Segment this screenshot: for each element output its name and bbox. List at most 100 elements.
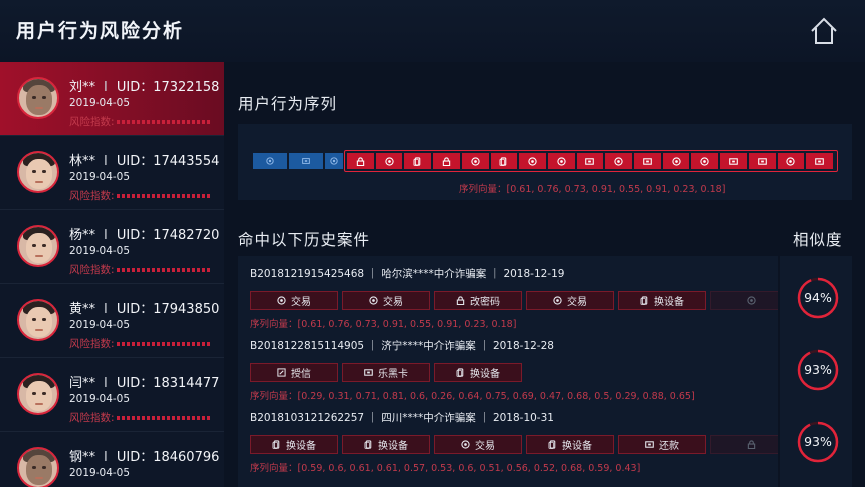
case-action-button[interactable]: 换设备: [250, 435, 338, 454]
case-action-button[interactable]: [710, 291, 778, 310]
action-label: 乐黑卡: [378, 369, 408, 380]
user-name-uid: 杨** I UID：17482720: [69, 228, 220, 243]
action-label: 换设备: [378, 441, 408, 452]
sequence-step: [375, 153, 403, 169]
card-icon: [364, 369, 373, 376]
coin-icon: [369, 296, 378, 305]
risk-index: 风险指数:: [69, 336, 211, 351]
sequence-step: [347, 153, 374, 169]
cases-list: B2018121915425468 ｜ 哈尔滨****中介诈骗案 ｜ 2018-…: [238, 256, 778, 487]
action-label: 还款: [659, 441, 679, 452]
sequence-step: [519, 153, 546, 169]
user-card[interactable]: 刘** I UID：17322158 2019-04-05 风险指数:: [0, 62, 224, 136]
risk-index: 风险指数:: [69, 262, 211, 277]
avatar: [17, 151, 59, 193]
lock-icon: [456, 296, 465, 305]
coin-icon: [700, 156, 709, 166]
card-icon: [815, 157, 824, 165]
user-date: 2019-04-05: [69, 319, 131, 331]
risk-meter: [116, 194, 211, 198]
case-action-button[interactable]: 乐黑卡: [342, 363, 430, 382]
avatar: [17, 373, 59, 415]
sequence-step: [748, 153, 776, 169]
coin-icon: [528, 156, 537, 166]
sequence-step: [289, 153, 323, 169]
action-label: 换设备: [470, 369, 500, 380]
case-action-button[interactable]: 换设备: [618, 291, 706, 310]
phone-icon: [499, 156, 507, 166]
risk-label: 风险指数:: [69, 338, 115, 350]
avatar: [17, 299, 59, 341]
coin-icon: [557, 156, 566, 166]
case-action-button[interactable]: 换设备: [434, 363, 522, 382]
user-name-uid: 黄** I UID：17943850: [69, 302, 220, 317]
user-name: 钢**: [69, 450, 96, 465]
lock-icon: [356, 156, 365, 166]
user-name-uid: 刘** I UID：17322158: [69, 80, 220, 95]
user-card[interactable]: 闫** I UID：18314477 2019-04-05 风险指数:: [0, 358, 224, 432]
case-action-button[interactable]: 交易: [342, 291, 430, 310]
case-action-button[interactable]: [710, 435, 778, 454]
user-card[interactable]: 林** I UID：17443554 2019-04-05 风险指数:: [0, 136, 224, 210]
action-label: 交易: [291, 297, 311, 308]
sequence-step: [547, 153, 575, 169]
case-action-button[interactable]: 交易: [250, 291, 338, 310]
card-icon: [729, 157, 738, 165]
risk-index: 风险指数:: [69, 410, 211, 425]
risk-meter: [116, 120, 211, 124]
case-header: B2018122815114905 ｜ 济宁****中介诈骗案 ｜ 2018-1…: [250, 340, 554, 352]
similarity-value: 93%: [804, 362, 832, 377]
case-action-button[interactable]: 换设备: [342, 435, 430, 454]
sequence-step: [253, 153, 287, 169]
home-button[interactable]: [807, 14, 841, 48]
risk-index: 风险指数:: [69, 188, 211, 203]
coin-icon: [330, 157, 338, 165]
user-name: 黄**: [69, 302, 96, 317]
user-name: 闫**: [69, 376, 96, 391]
action-label: 交易: [475, 441, 495, 452]
user-name: 刘**: [69, 80, 96, 95]
action-label: 交易: [383, 297, 403, 308]
sequence-step: [777, 153, 805, 169]
coin-icon: [747, 296, 756, 305]
card-icon: [645, 441, 654, 448]
home-icon: [811, 17, 837, 44]
cases-title: 命中以下历史案件: [238, 231, 371, 249]
edit-icon: [277, 368, 286, 377]
user-card[interactable]: 钢** I UID：18460796 2019-04-05: [0, 432, 224, 487]
case-action-button[interactable]: 授信: [250, 363, 338, 382]
sequence-step: [325, 153, 343, 169]
user-date: 2019-04-05: [69, 467, 131, 479]
sequence-step: [605, 153, 633, 169]
phone-icon: [548, 440, 556, 449]
user-uid: UID：18314477: [116, 376, 220, 391]
similarity-column: 94% 93% 93%: [780, 256, 852, 487]
risk-label: 风险指数:: [69, 190, 115, 202]
case-action-button[interactable]: 换设备: [526, 435, 614, 454]
phone-icon: [272, 440, 280, 449]
lock-icon: [442, 156, 451, 166]
user-uid: UID：17482720: [116, 228, 220, 243]
sequence-step: [433, 153, 460, 169]
user-card[interactable]: 黄** I UID：17943850 2019-04-05 风险指数:: [0, 284, 224, 358]
coin-icon: [471, 156, 480, 166]
user-name-uid: 林** I UID：17443554: [69, 154, 220, 169]
phone-icon: [640, 296, 648, 305]
user-name: 林**: [69, 154, 96, 169]
case-vector: 序列向量：[0.59, 0.6, 0.61, 0.61, 0.57, 0.53,…: [250, 463, 641, 474]
user-date: 2019-04-05: [69, 393, 131, 405]
action-label: 换设备: [562, 441, 592, 452]
action-label: 换设备: [654, 297, 684, 308]
page-title: 用户行为风险分析: [16, 20, 185, 42]
risk-meter: [116, 416, 211, 420]
user-card[interactable]: 杨** I UID：17482720 2019-04-05 风险指数:: [0, 210, 224, 284]
sequence-panel: 序列向量：[0.61, 0.76, 0.73, 0.91, 0.55, 0.91…: [238, 124, 852, 200]
avatar: [17, 447, 59, 487]
case-action-button[interactable]: 交易: [434, 435, 522, 454]
case-vector: 序列向量：[0.29, 0.31, 0.71, 0.81, 0.6, 0.26,…: [250, 391, 695, 402]
case-action-button[interactable]: 交易: [526, 291, 614, 310]
sequence-step: [490, 153, 518, 169]
case-action-button[interactable]: 改密码: [434, 291, 522, 310]
user-uid: UID：17943850: [116, 302, 220, 317]
case-action-button[interactable]: 还款: [618, 435, 706, 454]
